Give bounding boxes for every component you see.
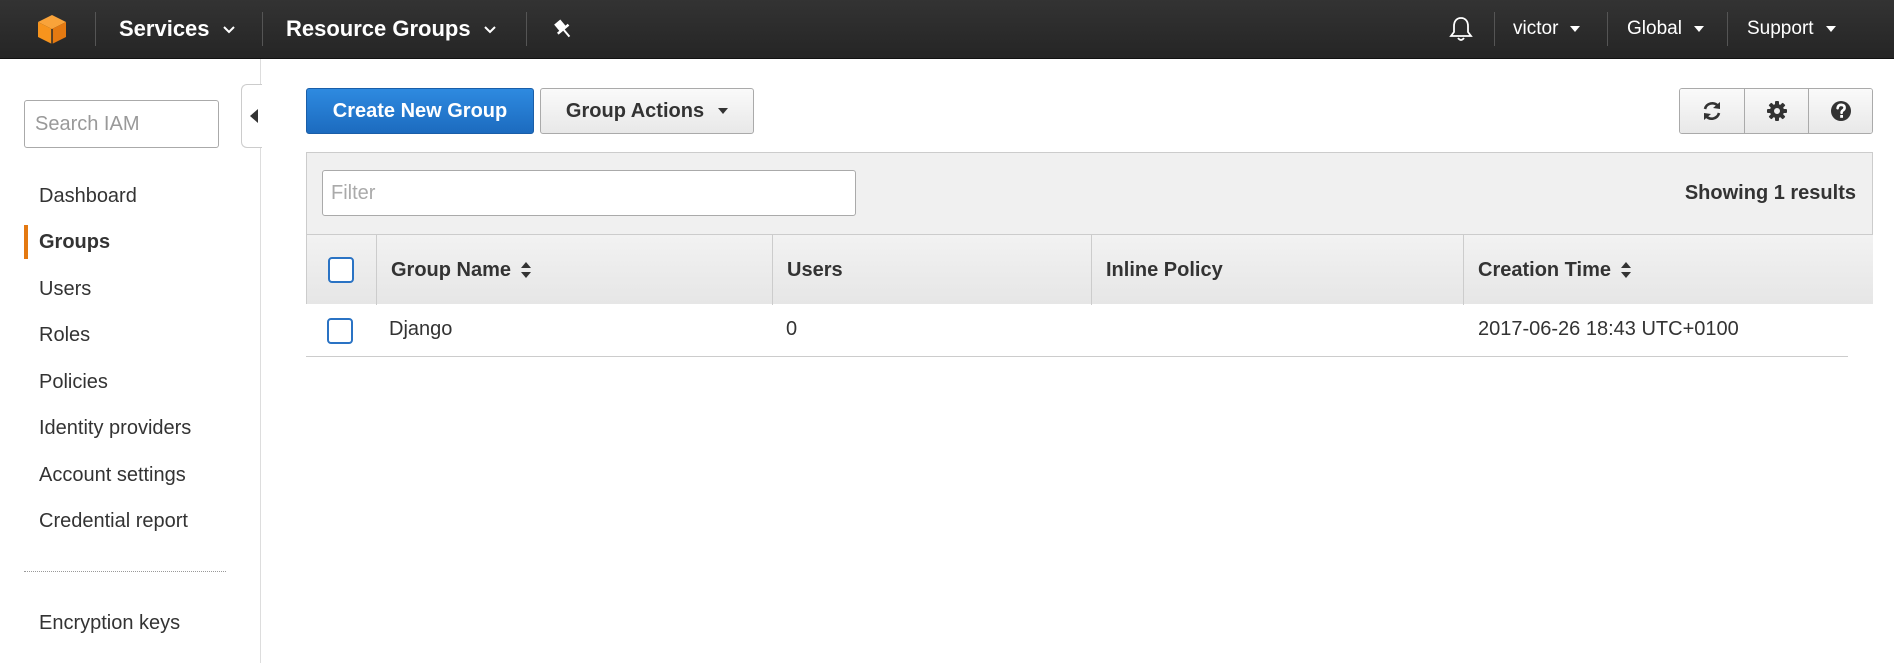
column-header-label: Inline Policy	[1106, 258, 1223, 281]
group-actions-label: Group Actions	[565, 99, 705, 122]
caret-down-icon	[1693, 26, 1704, 32]
settings-button[interactable]	[1744, 89, 1808, 133]
row-checkbox[interactable]	[327, 318, 353, 344]
notifications-button[interactable]	[1448, 0, 1474, 58]
sort-icon	[521, 262, 532, 278]
refresh-icon	[1703, 102, 1721, 120]
sidebar: Dashboard Groups Users Roles Policies Id…	[0, 59, 262, 663]
filter-input[interactable]	[322, 170, 856, 216]
caret-down-icon	[1570, 26, 1581, 32]
services-menu[interactable]: Services	[119, 0, 236, 58]
top-nav-bar: Services Resource Groups victor Global S…	[0, 0, 1894, 59]
search-iam-input[interactable]	[24, 100, 219, 148]
create-new-group-label: Create New Group	[332, 99, 508, 122]
nav-separator	[95, 12, 96, 46]
help-icon	[1830, 101, 1851, 121]
sidebar-collapse-button[interactable]	[241, 84, 262, 148]
nav-separator	[526, 12, 527, 46]
column-separator	[376, 235, 377, 305]
active-indicator	[24, 225, 28, 259]
sidebar-item-roles[interactable]: Roles	[39, 324, 90, 347]
sort-icon	[1621, 262, 1631, 278]
results-count: Showing 1 results	[1684, 182, 1856, 204]
chevron-down-icon	[222, 26, 235, 34]
column-separator	[772, 235, 773, 305]
caret-down-icon	[1825, 26, 1836, 32]
caret-down-icon	[718, 108, 729, 114]
column-separator	[1091, 235, 1092, 305]
group-actions-button[interactable]: Group Actions	[540, 88, 754, 134]
column-header-creation-time[interactable]: Creation Time	[1478, 235, 1632, 305]
nav-separator	[1607, 12, 1608, 46]
toolbar-icon-group	[1679, 88, 1873, 134]
group-name-cell[interactable]: Django	[389, 318, 452, 341]
users-cell: 0	[786, 318, 798, 340]
nav-separator	[262, 12, 263, 46]
chevron-down-icon	[483, 26, 496, 34]
region-label: Global	[1627, 18, 1682, 39]
pin-button[interactable]	[552, 0, 574, 58]
create-new-group-button[interactable]: Create New Group	[306, 88, 534, 134]
aws-logo[interactable]	[36, 13, 68, 45]
services-label: Services	[119, 16, 210, 41]
bell-icon	[1449, 17, 1473, 41]
user-menu[interactable]: victor	[1513, 0, 1581, 58]
sidebar-item-policies[interactable]: Policies	[39, 371, 108, 394]
column-separator	[1463, 235, 1464, 305]
sidebar-item-encryption-keys[interactable]: Encryption keys	[39, 612, 180, 635]
sidebar-item-identity-providers[interactable]: Identity providers	[39, 417, 191, 440]
refresh-button[interactable]	[1680, 89, 1744, 133]
column-header-inline-policy: Inline Policy	[1106, 235, 1223, 305]
select-all-checkbox[interactable]	[328, 257, 354, 283]
resource-groups-label: Resource Groups	[286, 16, 471, 41]
pin-icon	[554, 19, 571, 38]
collapse-icon	[250, 109, 258, 123]
sidebar-item-users[interactable]: Users	[39, 278, 91, 301]
resource-groups-menu[interactable]: Resource Groups	[286, 0, 497, 58]
nav-separator	[1727, 12, 1728, 46]
sidebar-item-groups[interactable]: Groups	[39, 231, 110, 254]
gear-icon	[1766, 101, 1787, 121]
sidebar-divider	[24, 571, 226, 572]
table-header: Group Name Users Inline Policy Creation …	[307, 234, 1873, 305]
support-label: Support	[1747, 18, 1814, 39]
column-header-users: Users	[787, 235, 843, 305]
column-header-group-name[interactable]: Group Name	[391, 235, 532, 305]
creation-time-cell: 2017-06-26 18:43 UTC+0100	[1478, 318, 1739, 340]
nav-separator	[1494, 12, 1495, 46]
column-header-label: Creation Time	[1478, 258, 1611, 281]
column-header-label: Users	[787, 258, 843, 281]
user-label: victor	[1513, 18, 1559, 39]
column-header-label: Group Name	[391, 258, 512, 281]
help-button[interactable]	[1808, 89, 1872, 133]
support-menu[interactable]: Support	[1747, 0, 1836, 58]
sidebar-item-credential-report[interactable]: Credential report	[39, 510, 188, 533]
region-menu[interactable]: Global	[1627, 0, 1704, 58]
sidebar-item-dashboard[interactable]: Dashboard	[39, 185, 137, 208]
sidebar-item-account-settings[interactable]: Account settings	[39, 464, 186, 487]
